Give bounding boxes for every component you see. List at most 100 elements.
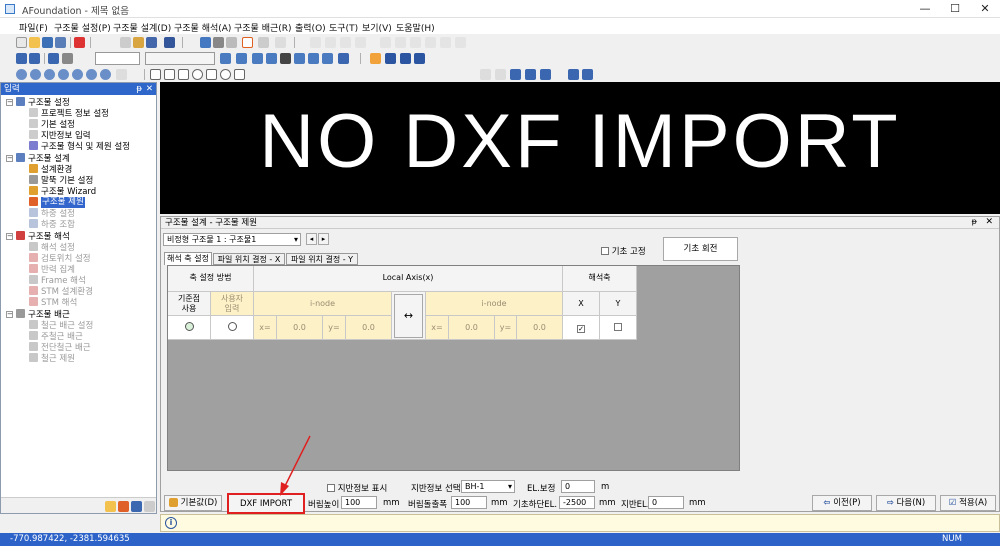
radio-base-point[interactable]: [168, 316, 211, 340]
zoom-out-icon[interactable]: [30, 69, 41, 80]
paste-icon[interactable]: [133, 37, 144, 48]
pin-icon[interactable]: ᵽ: [136, 83, 142, 95]
fix-foundation-checkbox[interactable]: 기초 고정: [601, 245, 646, 257]
save-as-icon[interactable]: [55, 37, 66, 48]
stop-icon[interactable]: [74, 37, 85, 48]
drawing-canvas[interactable]: NO DXF IMPORT: [160, 82, 1000, 214]
tree-item-rebar-spec[interactable]: 철근 제원: [29, 353, 75, 364]
maximize-button[interactable]: ☐: [940, 0, 970, 18]
tree-item-reaction[interactable]: 반력 집계: [29, 264, 75, 275]
berm-width-input[interactable]: 100: [451, 496, 487, 509]
view-icon[interactable]: [200, 37, 211, 48]
next-button[interactable]: ⇨ 다음(N): [876, 495, 936, 511]
tool-g-icon[interactable]: [410, 37, 421, 48]
new-icon[interactable]: [16, 37, 27, 48]
measure-icon[interactable]: [510, 69, 521, 80]
rotate-foundation-button[interactable]: 기초 회전: [663, 237, 738, 261]
next-structure-button[interactable]: ▸: [318, 233, 329, 245]
table-icon[interactable]: [29, 53, 40, 64]
xline-icon[interactable]: [178, 69, 189, 80]
tree-item-project-info[interactable]: 프로젝트 정보 설정: [29, 108, 109, 119]
tab-pile-x[interactable]: 파일 위치 결정 - X: [213, 253, 285, 265]
mirror-icon[interactable]: [258, 37, 269, 48]
tree-group-analysis[interactable]: 구조물 해석: [16, 231, 70, 242]
chart-icon[interactable]: [164, 37, 175, 48]
tree-item-main-rebar[interactable]: 주철근 배근: [29, 331, 83, 342]
expand-icon[interactable]: −: [6, 155, 13, 162]
tree-item-frame[interactable]: Frame 해석: [29, 275, 86, 286]
array-icon[interactable]: [275, 37, 286, 48]
undo-icon[interactable]: [480, 69, 491, 80]
tree-item-design-env[interactable]: 설계환경: [29, 164, 72, 175]
menu-structure-design[interactable]: 구조물 설계(D): [113, 21, 171, 34]
input-y2[interactable]: 0.0: [517, 316, 563, 340]
prev-structure-button[interactable]: ◂: [306, 233, 317, 245]
tree-item-shear-rebar[interactable]: 전단철근 배근: [29, 342, 91, 353]
tool-d-icon[interactable]: [355, 37, 366, 48]
tree-item-stm-env[interactable]: STM 설계환경: [29, 286, 93, 297]
structure-select[interactable]: 비정형 구조물 1 : 구조물1 ▾: [163, 233, 301, 246]
tree-item-rebar-setup[interactable]: 철근 배근 설정: [29, 320, 93, 331]
folder-tab-icon[interactable]: [105, 501, 116, 512]
expand-icon[interactable]: −: [6, 311, 13, 318]
input-tab-icon[interactable]: [118, 501, 129, 512]
ground-info-checkbox[interactable]: 지반정보 표시: [327, 482, 387, 494]
tree-item-stm-analysis[interactable]: STM 해석: [29, 297, 77, 308]
ground-select[interactable]: BH-1 ▾: [461, 480, 515, 493]
base-el-input[interactable]: -2500: [559, 496, 595, 509]
function-icon[interactable]: [400, 53, 411, 64]
menu-view[interactable]: 보기(V): [362, 21, 392, 34]
image-icon[interactable]: [568, 69, 579, 80]
zoom-prev-icon[interactable]: [72, 69, 83, 80]
zoom-scale-icon[interactable]: [100, 69, 111, 80]
panel-pin-icon[interactable]: ᵽ: [972, 217, 977, 226]
layer-combo[interactable]: [95, 52, 140, 65]
dim-icon[interactable]: [234, 69, 245, 80]
tree-item-ground-info[interactable]: 지반정보 입력: [29, 130, 91, 141]
menu-output[interactable]: 출력(O): [295, 21, 326, 34]
zoom-all-icon[interactable]: [58, 69, 69, 80]
grid2-icon[interactable]: [338, 53, 349, 64]
tool-c-icon[interactable]: [340, 37, 351, 48]
menu-tools[interactable]: 도구(T): [329, 21, 358, 34]
input-x1[interactable]: 0.0: [277, 316, 323, 340]
tree-item-load-setup[interactable]: 하중 설정: [29, 208, 75, 219]
tool-f-icon[interactable]: [395, 37, 406, 48]
close-button[interactable]: ✕: [970, 0, 1000, 18]
tool-h-icon[interactable]: [425, 37, 436, 48]
tree-item-dimensions[interactable]: 구조물 제원: [29, 197, 85, 208]
layers-icon[interactable]: [370, 53, 381, 64]
prev-icon[interactable]: [236, 53, 247, 64]
tool-b-icon[interactable]: [325, 37, 336, 48]
tab-axis-setup[interactable]: 해석 축 설정: [164, 252, 212, 265]
pan-icon[interactable]: [116, 69, 127, 80]
redo-icon[interactable]: [495, 69, 506, 80]
tree-group-setup[interactable]: 구조물 설정: [16, 97, 70, 108]
layer-icon[interactable]: [226, 37, 237, 48]
menu-structure-analysis[interactable]: 구조물 해석(A): [174, 21, 231, 34]
window-icon[interactable]: [414, 53, 425, 64]
ground-el-input[interactable]: 0: [648, 496, 684, 509]
arc-icon[interactable]: [220, 69, 231, 80]
input-y1[interactable]: 0.0: [346, 316, 392, 340]
expand-icon[interactable]: −: [6, 99, 13, 106]
prev-button[interactable]: ⇦ 이전(P): [812, 495, 872, 511]
first-icon[interactable]: [220, 53, 231, 64]
zoom-in-icon[interactable]: [16, 69, 27, 80]
tree-item-structure-type[interactable]: 구조물 형식 및 제원 설정: [29, 141, 130, 152]
rotate-icon[interactable]: [242, 37, 253, 48]
grid-icon[interactable]: [146, 37, 157, 48]
zoom-window-icon[interactable]: [44, 69, 55, 80]
print-icon[interactable]: [213, 37, 224, 48]
minimize-button[interactable]: —: [910, 0, 940, 18]
checkbox-axis-y[interactable]: [600, 316, 637, 340]
tree-item-pile-setup[interactable]: 말뚝 기본 설정: [29, 175, 93, 186]
tree-item-check-position[interactable]: 검토위치 설정: [29, 253, 91, 264]
input-x2[interactable]: 0.0: [449, 316, 495, 340]
panel-close-icon[interactable]: ✕: [146, 83, 153, 95]
zoom-extents-icon[interactable]: [86, 69, 97, 80]
style-combo[interactable]: [145, 52, 215, 65]
list-tab-icon[interactable]: [144, 501, 155, 512]
apply-button[interactable]: ☑ 적용(A): [940, 495, 996, 511]
checkbox-axis-x[interactable]: ✓: [563, 316, 600, 340]
